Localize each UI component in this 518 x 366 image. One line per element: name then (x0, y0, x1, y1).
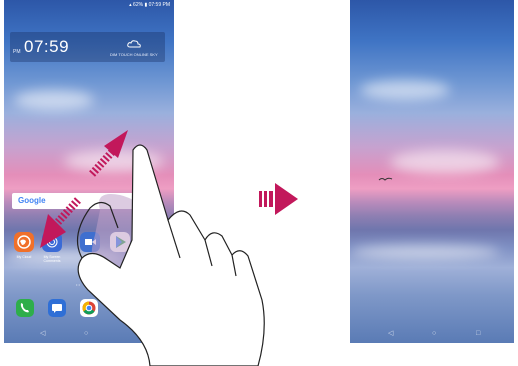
gesture-overlay (40, 130, 298, 366)
pinch-arrow-down-left-icon (40, 197, 81, 248)
transition-arrow-icon (259, 183, 298, 215)
pinch-arrow-up-right-icon (89, 130, 128, 177)
